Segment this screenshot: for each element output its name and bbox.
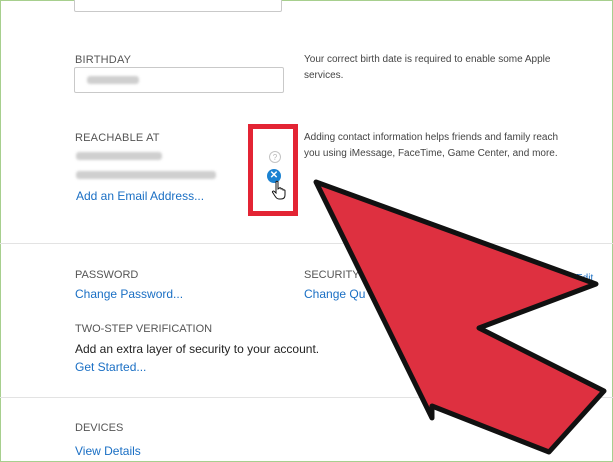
birthday-description: Your correct birth date is required to e… xyxy=(304,54,551,81)
edit-security-link[interactable]: Edit xyxy=(576,273,593,284)
name-field-partial[interactable] xyxy=(74,0,282,12)
two-step-label: TWO-STEP VERIFICATION xyxy=(75,323,213,335)
security-label: SECURITY xyxy=(304,269,360,281)
section-divider xyxy=(0,243,613,244)
section-divider-2 xyxy=(0,397,613,398)
secondary-email-redacted xyxy=(76,171,216,179)
birthday-value-redacted xyxy=(87,76,139,84)
change-security-questions-link[interactable]: Change Qu xyxy=(304,287,365,301)
birthday-field[interactable] xyxy=(74,67,284,93)
reachable-description: Adding contact information helps friends… xyxy=(304,132,559,159)
devices-label: DEVICES xyxy=(75,422,124,434)
password-label: PASSWORD xyxy=(75,269,139,281)
two-step-text: Add an extra layer of security to your a… xyxy=(75,342,320,356)
primary-email-redacted xyxy=(76,152,162,160)
highlight-box xyxy=(248,124,298,216)
add-email-link[interactable]: Add an Email Address... xyxy=(76,189,204,203)
reachable-at-label: REACHABLE AT xyxy=(75,132,160,144)
birthday-label: BIRTHDAY xyxy=(75,54,132,66)
get-started-link[interactable]: Get Started... xyxy=(75,360,146,374)
view-details-link[interactable]: View Details xyxy=(75,444,141,458)
change-password-link[interactable]: Change Password... xyxy=(75,287,183,301)
